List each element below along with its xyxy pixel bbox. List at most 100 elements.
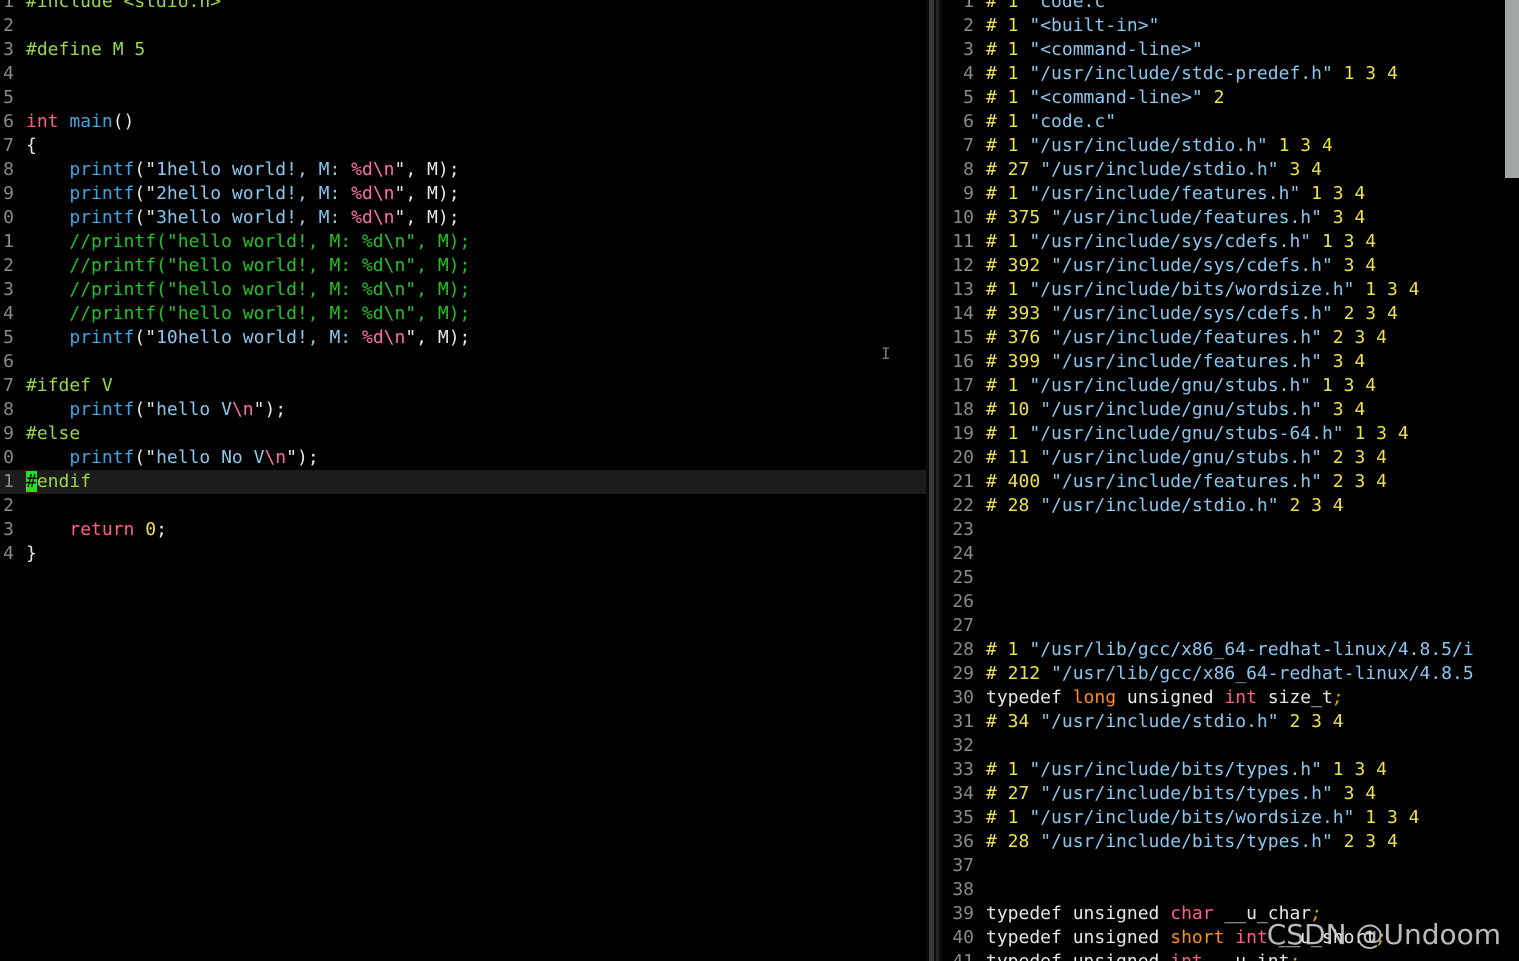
- code-line[interactable]: 1 #include <stdio.h>: [0, 0, 926, 14]
- code-token: {: [26, 135, 37, 156]
- code-text: # 28 "/usr/include/stdio.h" 2 3 4: [986, 494, 1344, 518]
- code-token: 1 3 4: [1354, 279, 1420, 300]
- code-line[interactable]: 3 # 1 "<command-line>": [942, 38, 1519, 62]
- vertical-split-separator[interactable]: [926, 0, 942, 961]
- code-token: 3 4: [1332, 255, 1377, 276]
- code-line[interactable]: 18 # 10 "/usr/include/gnu/stubs.h" 3 4: [942, 398, 1519, 422]
- line-number: 0: [3, 447, 14, 468]
- code-line[interactable]: 35 # 1 "/usr/include/bits/wordsize.h" 1 3…: [942, 806, 1519, 830]
- code-line[interactable]: 29 # 212 "/usr/lib/gcc/x86_64-redhat-linu…: [942, 662, 1519, 686]
- code-token: (": [134, 183, 157, 204]
- line-number: 5: [963, 87, 974, 108]
- code-line[interactable]: 12 # 392 "/usr/include/sys/cdefs.h" 3 4: [942, 254, 1519, 278]
- code-text: //printf("hello world!, M: %d\n", M);: [26, 230, 470, 254]
- code-text: # 1 "/usr/include/bits/wordsize.h" 1 3 4: [986, 278, 1420, 302]
- code-line[interactable]: 6 int main(): [0, 110, 926, 134]
- code-line[interactable]: 1 # 1 "code.c": [942, 0, 1519, 14]
- right-editor-pane[interactable]: 1 # 1 "code.c" 2 # 1 "<built-in>" 3 # 1 "<com…: [942, 0, 1519, 961]
- code-text: {: [26, 134, 37, 158]
- code-line[interactable]: 4 //printf("hello world!, M: %d\n", M);: [0, 302, 926, 326]
- code-line[interactable]: 34 # 27 "/usr/include/bits/types.h" 3 4: [942, 782, 1519, 806]
- code-line[interactable]: 3 #define M 5: [0, 38, 926, 62]
- code-line[interactable]: 4}: [0, 542, 926, 566]
- code-line[interactable]: 6: [0, 350, 926, 374]
- code-line[interactable]: 14 # 393 "/usr/include/sys/cdefs.h" 2 3 4: [942, 302, 1519, 326]
- code-line[interactable]: 8 # 27 "/usr/include/stdio.h" 3 4: [942, 158, 1519, 182]
- code-line[interactable]: 2: [0, 14, 926, 38]
- line-number: 8: [3, 159, 14, 180]
- code-line[interactable]: 7 # 1 "/usr/include/stdio.h" 1 3 4: [942, 134, 1519, 158]
- line-number: 3: [3, 279, 14, 300]
- line-number: 33: [952, 759, 974, 780]
- code-line[interactable]: 21 # 400 "/usr/include/features.h" 2 3 4: [942, 470, 1519, 494]
- code-token: printf: [69, 183, 135, 204]
- code-line[interactable]: 25: [942, 566, 1519, 590]
- code-line[interactable]: 11 # 1 "/usr/include/sys/cdefs.h" 1 3 4: [942, 230, 1519, 254]
- code-line[interactable]: 3 //printf("hello world!, M: %d\n", M);: [0, 278, 926, 302]
- code-line[interactable]: 22 # 28 "/usr/include/stdio.h" 2 3 4: [942, 494, 1519, 518]
- code-token: # 1: [986, 183, 1030, 204]
- code-line[interactable]: 9 # 1 "/usr/include/features.h" 1 3 4: [942, 182, 1519, 206]
- code-text: printf("hello V\n");: [26, 398, 286, 422]
- code-line[interactable]: 16 # 399 "/usr/include/features.h" 3 4: [942, 350, 1519, 374]
- code-line[interactable]: 19 # 1 "/usr/include/gnu/stubs-64.h" 1 3 …: [942, 422, 1519, 446]
- code-token: "/usr/include/bits/wordsize.h": [1029, 279, 1355, 300]
- code-line[interactable]: 33 # 1 "/usr/include/bits/types.h" 1 3 4: [942, 758, 1519, 782]
- code-line[interactable]: 4 # 1 "/usr/include/stdc-predef.h" 1 3 4: [942, 62, 1519, 86]
- code-line[interactable]: 20 # 11 "/usr/include/gnu/stubs.h" 2 3 4: [942, 446, 1519, 470]
- code-line[interactable]: 38: [942, 878, 1519, 902]
- code-token: \n: [264, 447, 287, 468]
- code-line[interactable]: 0 printf("hello No V\n");: [0, 446, 926, 470]
- code-token: int: [1170, 951, 1203, 961]
- code-line[interactable]: 28 # 1 "/usr/lib/gcc/x86_64-redhat-linux/…: [942, 638, 1519, 662]
- code-token: # 1: [986, 15, 1030, 36]
- code-line[interactable]: 13 # 1 "/usr/include/bits/wordsize.h" 1 3…: [942, 278, 1519, 302]
- code-line[interactable]: 26: [942, 590, 1519, 614]
- code-token: (": [134, 447, 157, 468]
- code-line[interactable]: 31 # 34 "/usr/include/stdio.h" 2 3 4: [942, 710, 1519, 734]
- code-line[interactable]: 7{: [0, 134, 926, 158]
- line-number: 16: [952, 351, 974, 372]
- code-line[interactable]: 1 #endif: [0, 470, 926, 494]
- code-line[interactable]: 23: [942, 518, 1519, 542]
- code-line[interactable]: 0 printf("3hello world!, M: %d\n", M);: [0, 206, 926, 230]
- code-token: 2 3 4: [1278, 495, 1344, 516]
- code-line[interactable]: 4: [0, 62, 926, 86]
- code-line[interactable]: 2 //printf("hello world!, M: %d\n", M);: [0, 254, 926, 278]
- code-line[interactable]: 7 #ifdef V: [0, 374, 926, 398]
- code-line[interactable]: 32: [942, 734, 1519, 758]
- code-token: hello V: [156, 399, 232, 420]
- code-line[interactable]: 27: [942, 614, 1519, 638]
- code-token: short: [1170, 927, 1225, 948]
- code-line[interactable]: 2: [0, 494, 926, 518]
- code-line[interactable]: 9 printf("2hello world!, M: %d\n", M);: [0, 182, 926, 206]
- code-line[interactable]: 5 # 1 "<command-line>" 2: [942, 86, 1519, 110]
- code-line[interactable]: 3 return 0;: [0, 518, 926, 542]
- code-line[interactable]: 41 typedef unsigned int __u_int;: [942, 950, 1519, 961]
- line-number: 27: [952, 615, 974, 636]
- code-line[interactable]: 5 printf("10hello world!, M: %d\n", M);: [0, 326, 926, 350]
- code-line[interactable]: 8 printf("1hello world!, M: %d\n", M);: [0, 158, 926, 182]
- left-editor-pane[interactable]: 1 #include <stdio.h> 2 3 #define M 5 4 5 6 int m…: [0, 0, 926, 961]
- line-number: 8: [3, 399, 14, 420]
- line-number: 30: [952, 687, 974, 708]
- code-line[interactable]: 36 # 28 "/usr/include/bits/types.h" 2 3 4: [942, 830, 1519, 854]
- code-token: 3 4: [1321, 207, 1366, 228]
- code-line[interactable]: 8 printf("hello V\n");: [0, 398, 926, 422]
- code-token: ;: [1289, 951, 1300, 961]
- code-token: 1 3 4: [1311, 231, 1377, 252]
- code-line[interactable]: 37: [942, 854, 1519, 878]
- code-line[interactable]: 5: [0, 86, 926, 110]
- code-line[interactable]: 2 # 1 "<built-in>": [942, 14, 1519, 38]
- code-line[interactable]: 30 typedef long unsigned int size_t;: [942, 686, 1519, 710]
- code-token: "/usr/lib/gcc/x86_64-redhat-linux/4.8.5: [1051, 663, 1474, 684]
- code-line[interactable]: 17 # 1 "/usr/include/gnu/stubs.h" 1 3 4: [942, 374, 1519, 398]
- code-line[interactable]: 10 # 375 "/usr/include/features.h" 3 4: [942, 206, 1519, 230]
- code-line[interactable]: 1 //printf("hello world!, M: %d\n", M);: [0, 230, 926, 254]
- code-line[interactable]: 24: [942, 542, 1519, 566]
- code-line[interactable]: 9 #else: [0, 422, 926, 446]
- code-line[interactable]: 15 # 376 "/usr/include/features.h" 2 3 4: [942, 326, 1519, 350]
- code-text: # 1 "/usr/include/sys/cdefs.h" 1 3 4: [986, 230, 1376, 254]
- code-line[interactable]: 6 # 1 "code.c": [942, 110, 1519, 134]
